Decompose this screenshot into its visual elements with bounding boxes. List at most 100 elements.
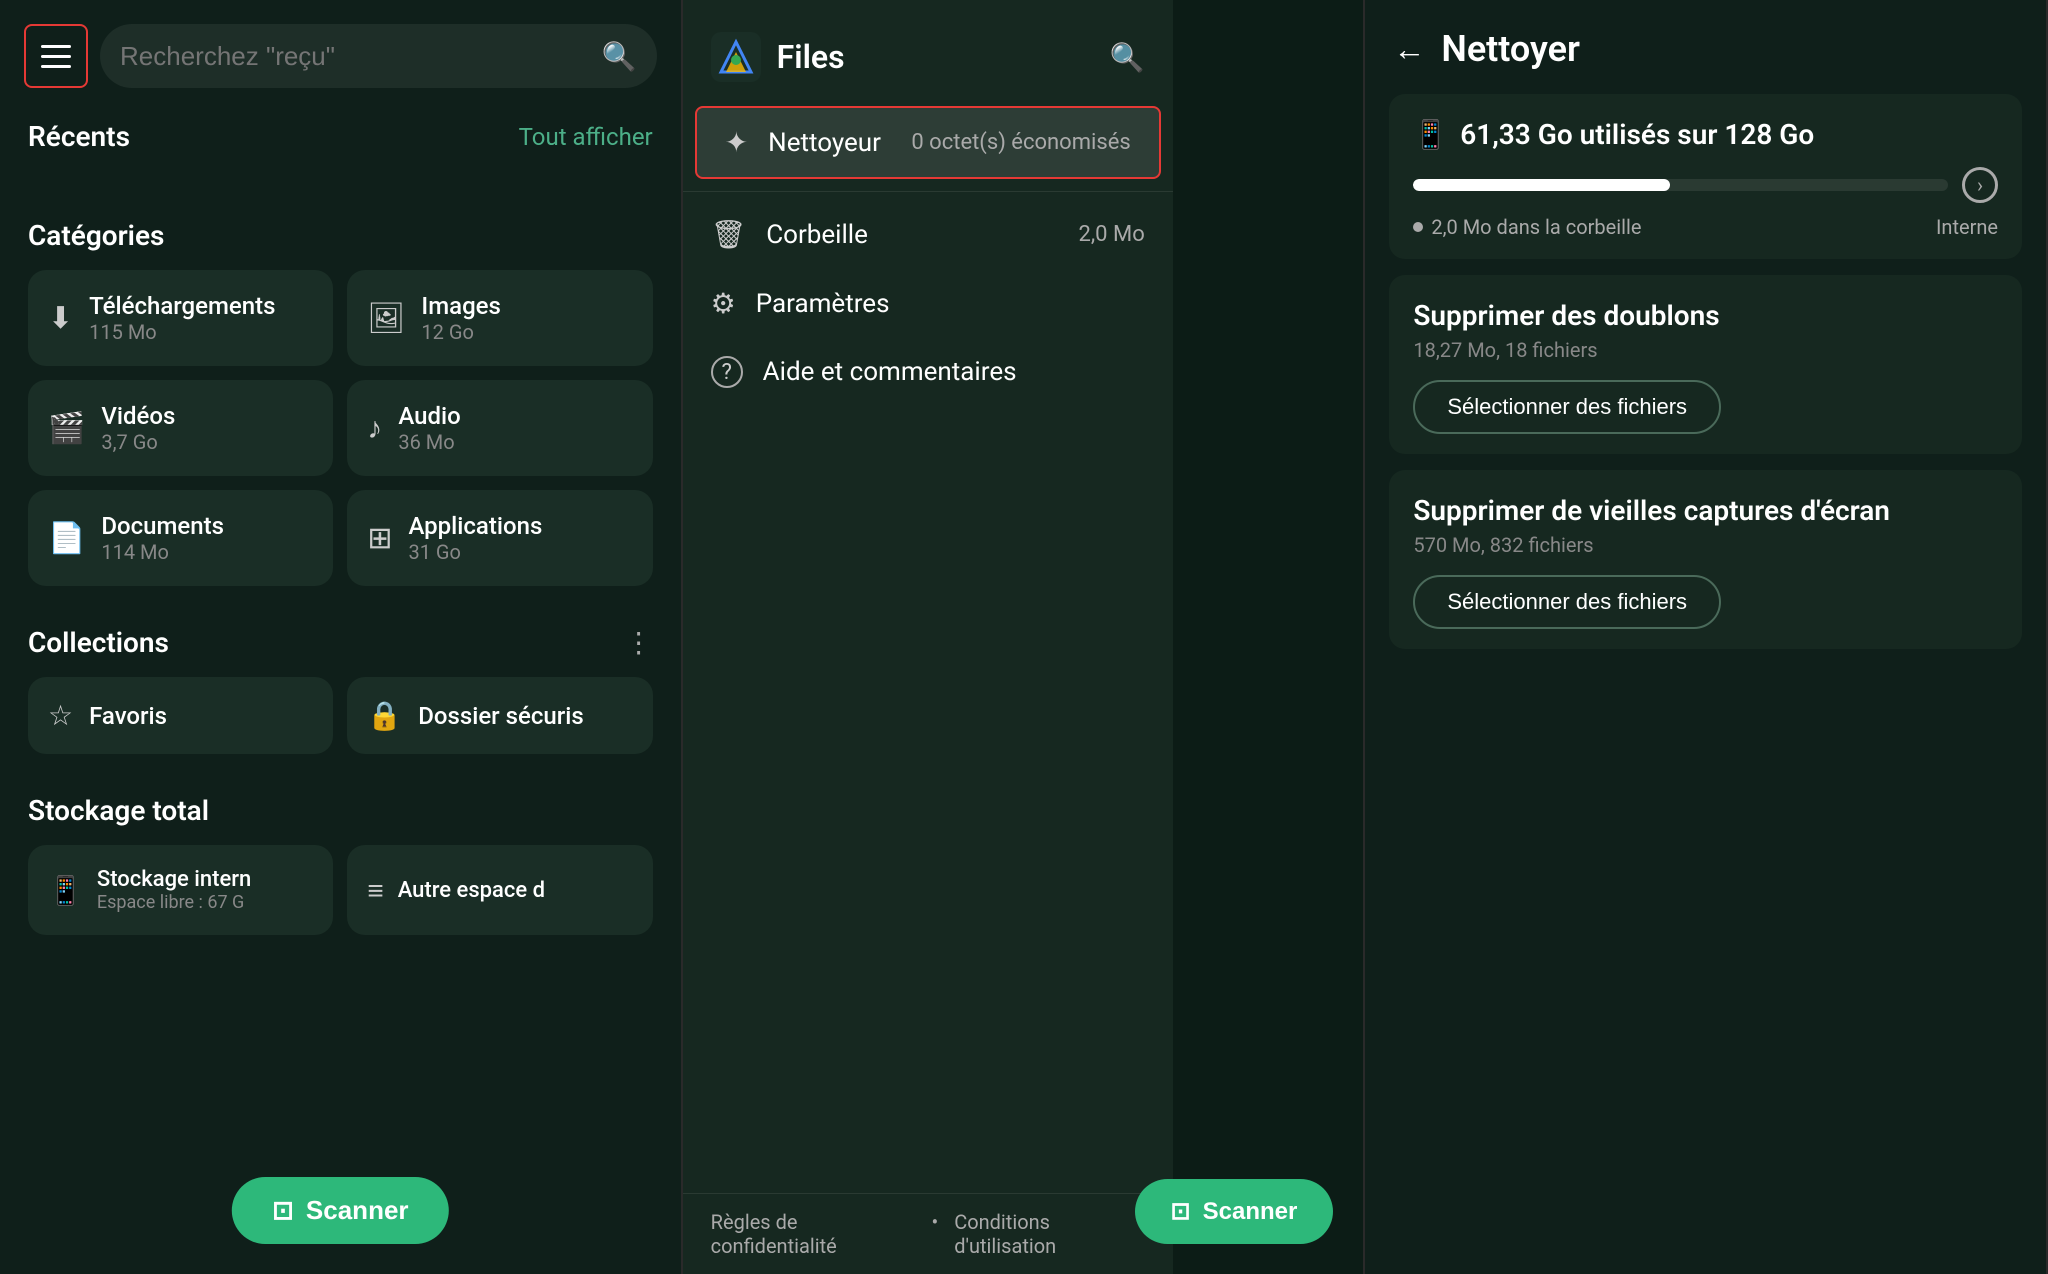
search-bar[interactable]: 🔍 (100, 24, 657, 88)
storage-autre[interactable]: ≡ Autre espace d (347, 845, 652, 935)
help-icon: ? (711, 356, 743, 388)
cat-name-audio: Audio (398, 402, 460, 430)
progress-row: › (1413, 167, 1998, 203)
images-icon: 🖼 (367, 301, 405, 336)
recents-title: Récents (28, 120, 130, 153)
phone-storage-icon: 📱 (1413, 118, 1448, 151)
collections-header: Collections ⋮ (0, 610, 681, 669)
terms-link[interactable]: Conditions d'utilisation (954, 1210, 1145, 1258)
collection-dossier-securise[interactable]: 🔒 Dossier sécuris (347, 677, 652, 754)
nettoyer-title: Nettoyer (1441, 28, 1580, 70)
screenshots-select-button[interactable]: Sélectionner des fichiers (1413, 575, 1721, 629)
category-telechargements[interactable]: ⬇ Téléchargements 115 Mo (28, 270, 333, 366)
sdcard-icon: ≡ (367, 874, 383, 907)
scanner-label-2: Scanner (1203, 1198, 1298, 1226)
panel-files-main: 🔍 Récents Tout afficher Catégories ⬇ Tél… (0, 0, 683, 1274)
cat-size-applications: 31 Go (408, 540, 542, 564)
settings-icon: ⚙ (711, 287, 736, 320)
collections-more-button[interactable]: ⋮ (625, 626, 653, 659)
apps-icon: ⊞ (367, 521, 392, 556)
collection-favoris[interactable]: ☆ Favoris (28, 677, 333, 754)
storage-card-text: 61,33 Go utilisés sur 128 Go (1460, 118, 1814, 151)
scanner-label: Scanner (306, 1195, 409, 1226)
storage-row: 📱 Stockage intern Espace libre : 67 G ≡ … (0, 837, 681, 943)
cat-size-telechargements: 115 Mo (89, 320, 275, 344)
star-icon: ☆ (48, 699, 73, 732)
header-bar: 🔍 (0, 0, 681, 104)
scanner-icon-2: ⊡ (1171, 1197, 1191, 1226)
stockage-header: Stockage total (0, 778, 681, 837)
cat-size-videos: 3,7 Go (101, 430, 175, 454)
duplicates-title: Supprimer des doublons (1413, 299, 1998, 332)
storage-interne-sub: Espace libre : 67 G (97, 892, 251, 913)
audio-icon: ♪ (367, 411, 382, 446)
stockage-title: Stockage total (28, 794, 209, 827)
drawer-footer: Règles de confidentialité • Conditions d… (683, 1193, 1173, 1274)
menu-button[interactable] (24, 24, 88, 88)
scanner-button[interactable]: ⊡ Scanner (232, 1177, 448, 1244)
cat-size-documents: 114 Mo (101, 540, 224, 564)
coll-name-favoris: Favoris (89, 702, 167, 730)
drawer-label-corbeille: Corbeille (766, 220, 1058, 250)
drawer-label-aide: Aide et commentaires (763, 357, 1145, 387)
duplicates-select-button[interactable]: Sélectionner des fichiers (1413, 380, 1721, 434)
storage-autre-name: Autre espace d (398, 878, 545, 903)
cat-size-audio: 36 Mo (398, 430, 460, 454)
category-videos[interactable]: 🎬 Vidéos 3,7 Go (28, 380, 333, 476)
videos-icon: 🎬 (48, 411, 85, 446)
documents-icon: 📄 (48, 521, 85, 556)
panel-nettoyer: ← Nettoyer 📱 61,33 Go utilisés sur 128 G… (1365, 0, 2048, 1274)
storage-progress-bar (1413, 179, 1948, 191)
storage-dot-indicator (1413, 222, 1423, 232)
storage-progress-fill (1413, 179, 1670, 191)
duplicates-sub: 18,27 Mo, 18 fichiers (1413, 338, 1998, 362)
drawer-search-icon[interactable]: 🔍 (1110, 41, 1145, 74)
cat-name-videos: Vidéos (101, 402, 175, 430)
storage-meta: 2,0 Mo dans la corbeille Interne (1413, 215, 1998, 239)
scanner-icon: ⊡ (272, 1195, 294, 1226)
category-applications[interactable]: ⊞ Applications 31 Go (347, 490, 652, 586)
lock-icon: 🔒 (367, 699, 402, 732)
drawer-item-aide[interactable]: ? Aide et commentaires (683, 338, 1173, 406)
drawer-item-nettoyeur[interactable]: ✦ Nettoyeur 0 octet(s) économisés (695, 106, 1161, 179)
drawer-label-nettoyeur: Nettoyeur (768, 128, 891, 158)
screenshots-sub: 570 Mo, 832 fichiers (1413, 533, 1998, 557)
drawer-divider (683, 191, 1173, 192)
category-images[interactable]: 🖼 Images 12 Go (347, 270, 652, 366)
categories-header: Catégories (0, 203, 681, 262)
coll-name-dossier: Dossier sécuris (418, 702, 583, 730)
progress-circle-icon[interactable]: › (1962, 167, 1998, 203)
drawer-item-parametres[interactable]: ⚙ Paramètres (683, 269, 1173, 338)
collections-title: Collections (28, 626, 169, 659)
storage-interne-name: Stockage intern (97, 867, 251, 892)
screenshots-card: Supprimer de vieilles captures d'écran 5… (1389, 470, 2022, 649)
cat-name-applications: Applications (408, 512, 542, 540)
panel-files-drawer: Files 🔍 ✦ Nettoyeur 0 octet(s) économisé… (683, 0, 1366, 1274)
search-input[interactable] (120, 41, 592, 72)
download-icon: ⬇ (48, 301, 73, 336)
storage-usage-card: 📱 61,33 Go utilisés sur 128 Go › 2,0 Mo … (1389, 94, 2022, 259)
storage-card-title: 📱 61,33 Go utilisés sur 128 Go (1413, 118, 1998, 151)
storage-interne[interactable]: 📱 Stockage intern Espace libre : 67 G (28, 845, 333, 935)
scanner-button-2[interactable]: ⊡ Scanner (1135, 1179, 1334, 1244)
storage-meta-text: 2,0 Mo dans la corbeille (1431, 215, 1641, 239)
storage-type-label: Interne (1936, 215, 1998, 239)
recents-tout-afficher[interactable]: Tout afficher (519, 123, 653, 151)
sparkle-icon: ✦ (725, 126, 748, 159)
screenshots-title: Supprimer de vieilles captures d'écran (1413, 494, 1998, 527)
cat-name-images: Images (421, 292, 500, 320)
cat-size-images: 12 Go (421, 320, 500, 344)
category-documents[interactable]: 📄 Documents 114 Mo (28, 490, 333, 586)
drawer-menu: Files 🔍 ✦ Nettoyeur 0 octet(s) économisé… (683, 0, 1173, 1274)
back-button[interactable]: ← (1393, 30, 1425, 68)
drawer-header: Files 🔍 (683, 0, 1173, 102)
categories-grid: ⬇ Téléchargements 115 Mo 🖼 Images 12 Go … (0, 262, 681, 594)
category-audio[interactable]: ♪ Audio 36 Mo (347, 380, 652, 476)
nettoyer-header: ← Nettoyer (1365, 0, 2046, 86)
categories-title: Catégories (28, 219, 164, 252)
phone-icon: 📱 (48, 874, 83, 907)
drawer-item-corbeille[interactable]: 🗑 Corbeille 2,0 Mo (683, 200, 1173, 269)
drawer-label-parametres: Paramètres (756, 289, 1145, 319)
privacy-policy-link[interactable]: Règles de confidentialité (711, 1210, 916, 1258)
cat-name-telechargements: Téléchargements (89, 292, 275, 320)
